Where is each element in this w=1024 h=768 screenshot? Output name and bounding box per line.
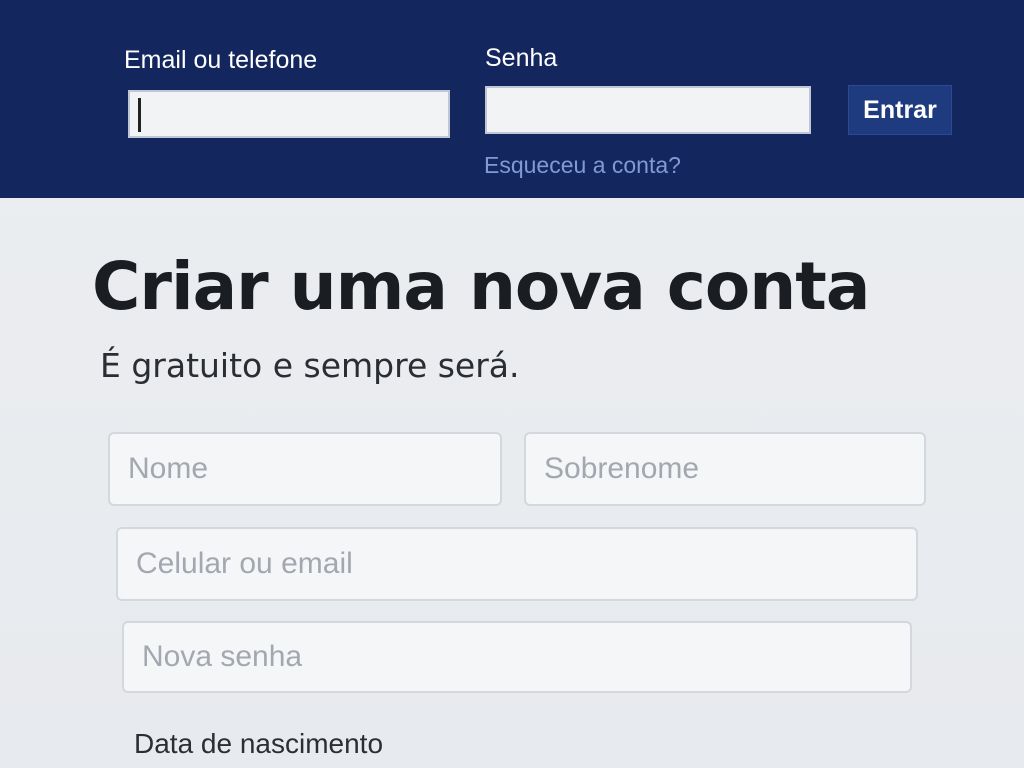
page-subtitle: É gratuito e sempre será. [100, 346, 520, 385]
login-header: Email ou telefone Senha Entrar Esqueceu … [0, 0, 1024, 198]
forgot-account-link[interactable]: Esqueceu a conta? [484, 152, 681, 179]
phone-or-email-input[interactable] [116, 527, 918, 601]
birthday-label: Data de nascimento [134, 728, 384, 759]
text-cursor [138, 98, 141, 132]
page: Email ou telefone Senha Entrar Esqueceu … [0, 0, 1024, 768]
new-password-input[interactable] [122, 621, 912, 693]
first-name-input[interactable] [108, 432, 502, 506]
login-password-input[interactable] [485, 86, 811, 134]
page-title: Criar uma nova conta [92, 248, 870, 325]
email-label: Email ou telefone [124, 46, 318, 74]
login-button[interactable]: Entrar [848, 85, 952, 135]
password-label: Senha [485, 44, 558, 72]
login-email-input[interactable] [128, 90, 450, 138]
last-name-input[interactable] [524, 432, 926, 506]
